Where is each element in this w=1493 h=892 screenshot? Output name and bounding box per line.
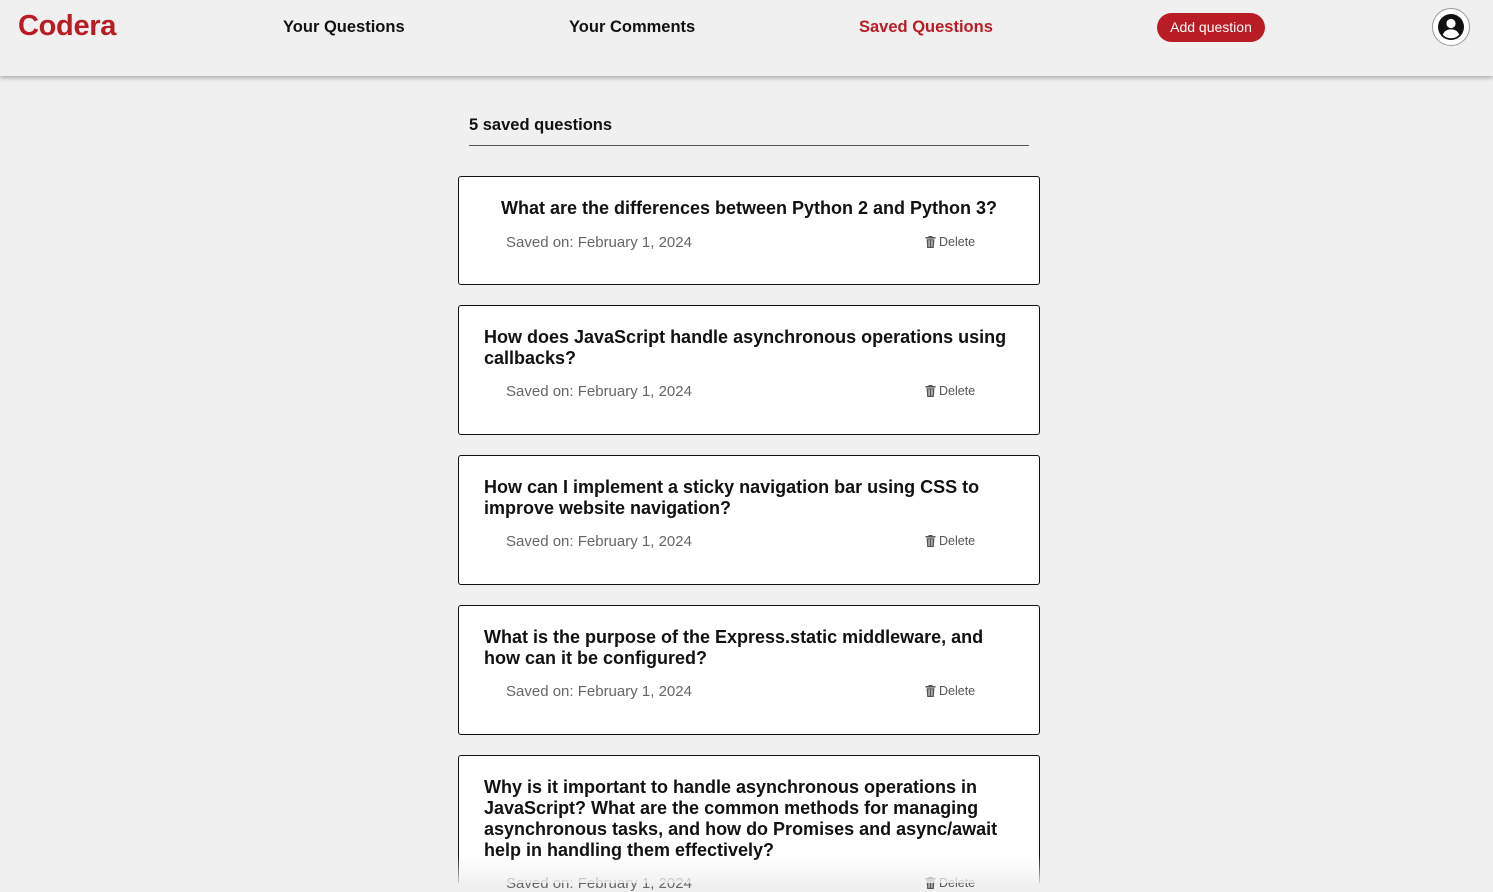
- question-title-link[interactable]: What are the differences between Python …: [484, 198, 1014, 219]
- delete-label: Delete: [939, 684, 976, 698]
- saved-question-card: How can I implement a sticky navigation …: [458, 455, 1040, 585]
- saved-on-date: Saved on: February 1, 2024: [506, 683, 692, 700]
- saved-question-card: How does JavaScript handle asynchronous …: [458, 305, 1040, 435]
- trash-icon: [925, 685, 936, 697]
- trash-icon: [925, 385, 936, 397]
- delete-button[interactable]: Delete: [925, 384, 975, 398]
- delete-button[interactable]: Delete: [925, 235, 975, 249]
- question-title-link[interactable]: Why is it important to handle asynchrono…: [484, 777, 1014, 861]
- add-question-button[interactable]: Add question: [1157, 13, 1265, 42]
- saved-on-date: Saved on: February 1, 2024: [506, 383, 692, 400]
- saved-on-date: Saved on: February 1, 2024: [506, 533, 692, 550]
- delete-button[interactable]: Delete: [925, 876, 975, 890]
- saved-question-card: What is the purpose of the Express.stati…: [458, 605, 1040, 735]
- delete-button[interactable]: Delete: [925, 684, 975, 698]
- saved-count-heading: 5 saved questions: [469, 116, 613, 134]
- trash-icon: [925, 877, 936, 889]
- divider: [469, 145, 1029, 146]
- delete-label: Delete: [939, 876, 976, 890]
- trash-icon: [925, 535, 936, 547]
- trash-icon: [925, 236, 936, 248]
- delete-label: Delete: [939, 235, 976, 249]
- nav-your-questions[interactable]: Your Questions: [283, 18, 405, 37]
- question-title-link[interactable]: What is the purpose of the Express.stati…: [484, 627, 1014, 669]
- nav-saved-questions[interactable]: Saved Questions: [859, 18, 993, 37]
- logo[interactable]: Codera: [18, 10, 116, 43]
- saved-question-card: Why is it important to handle asynchrono…: [458, 755, 1040, 892]
- delete-button[interactable]: Delete: [925, 534, 975, 548]
- question-title-link[interactable]: How can I implement a sticky navigation …: [484, 477, 1014, 519]
- saved-on-date: Saved on: February 1, 2024: [506, 234, 692, 251]
- question-title-link[interactable]: How does JavaScript handle asynchronous …: [484, 327, 1014, 369]
- saved-on-date: Saved on: February 1, 2024: [506, 875, 692, 892]
- user-circle-icon: [1438, 14, 1464, 40]
- saved-question-card: What are the differences between Python …: [458, 176, 1040, 285]
- top-navbar: Codera Your Questions Your Comments Save…: [0, 0, 1493, 76]
- delete-label: Delete: [939, 384, 976, 398]
- nav-your-comments[interactable]: Your Comments: [569, 18, 695, 37]
- delete-label: Delete: [939, 534, 976, 548]
- user-avatar-icon[interactable]: [1432, 8, 1470, 46]
